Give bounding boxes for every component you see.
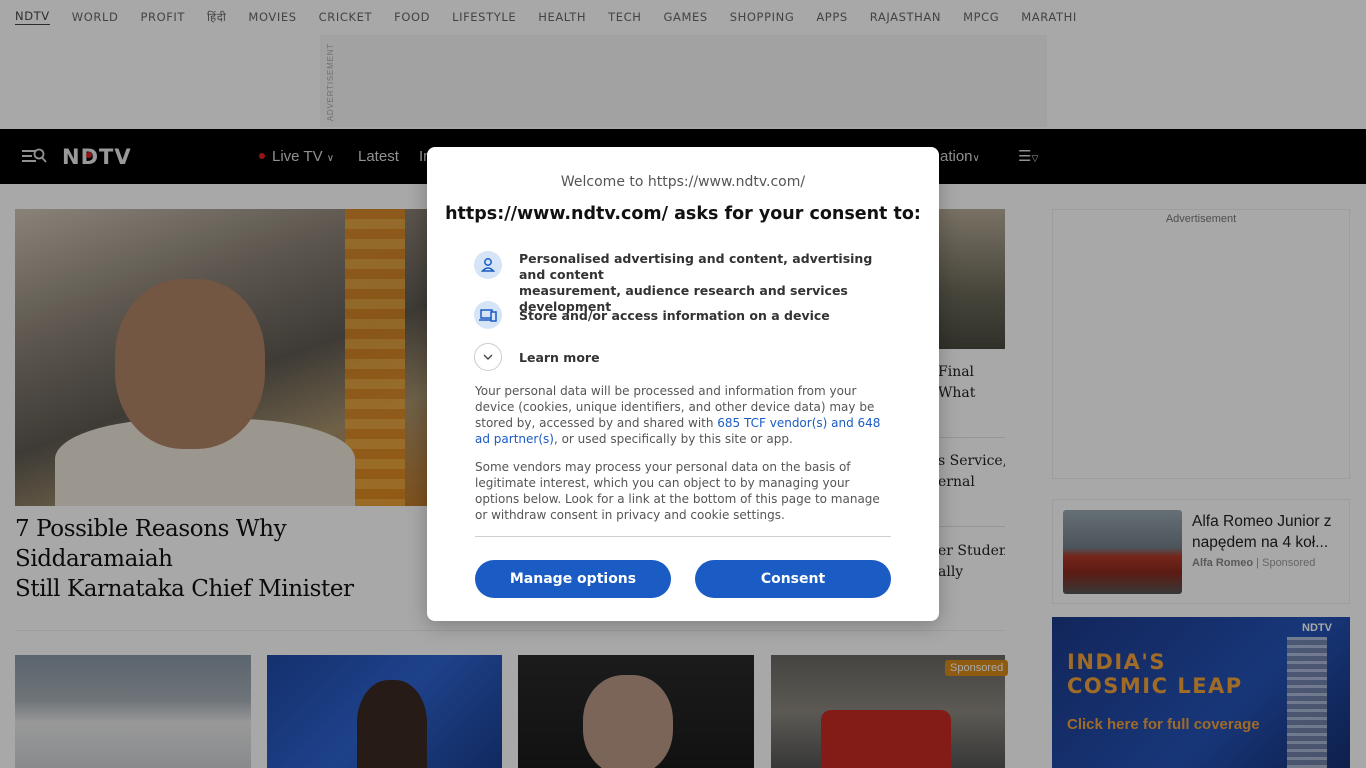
welcome-text: Welcome to https://www.ndtv.com/ [560,174,806,190]
learn-more-label[interactable]: Learn more [519,350,600,366]
data-processing-text: Your personal data will be processed and… [475,384,881,446]
chevron-down-icon[interactable] [474,343,502,371]
purpose-label: Store and/or access information on a dev… [519,308,830,323]
dialog-divider [475,536,891,537]
legitimate-interest-text: Some vendors may process your personal d… [475,460,880,522]
person-icon [474,251,502,279]
manage-options-button[interactable]: Manage options [475,560,671,598]
consent-button[interactable]: Consent [695,560,891,598]
consent-dialog: Welcome to https://www.ndtv.com/ https:/… [427,147,939,621]
purpose-label: Personalised advertising and content, ad… [519,251,873,282]
dialog-title: https://www.ndtv.com/ asks for your cons… [445,204,921,224]
devices-icon [474,301,502,329]
